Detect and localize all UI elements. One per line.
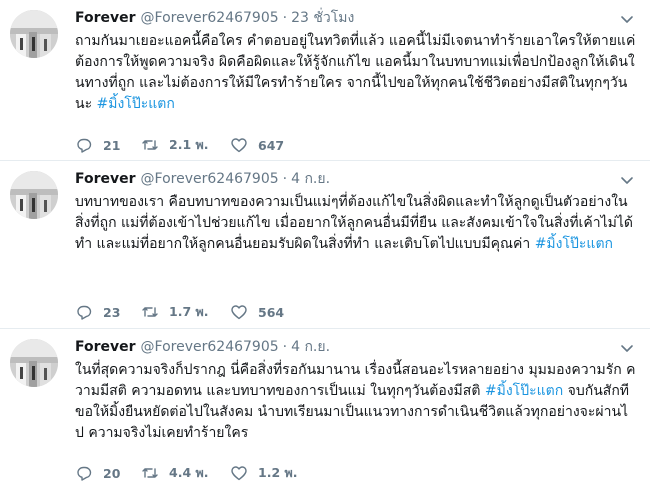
reply-icon	[77, 138, 92, 153]
hashtag-link[interactable]: #มิ้งโป๊ะแตก	[97, 96, 175, 112]
retweet-button[interactable]: 2.1 พ.	[141, 135, 230, 155]
reply-count: 20	[103, 465, 121, 481]
tweet-text: ถามกันมาเยอะแอคนี้คือใคร คำตอบอยู่ในทวิต…	[75, 31, 636, 115]
timestamp[interactable]: 4 ก.ย.	[291, 337, 330, 357]
retweet-count: 2.1 พ.	[169, 137, 209, 152]
tweet[interactable]: Forever @Forever62467905 · 4 ก.ย. บทบาทข…	[0, 161, 650, 329]
chevron-down-icon[interactable]	[618, 171, 636, 189]
retweet-button[interactable]: 4.4 พ.	[141, 463, 230, 483]
tweet-header: Forever @Forever62467905 · 4 ก.ย.	[75, 169, 636, 189]
retweet-count: 4.4 พ.	[169, 465, 209, 480]
like-button[interactable]: 647	[230, 136, 320, 154]
chevron-down-icon[interactable]	[618, 10, 636, 28]
timestamp[interactable]: 4 ก.ย.	[291, 169, 330, 189]
reply-button[interactable]: 21	[75, 136, 141, 154]
reply-icon	[77, 305, 92, 320]
retweet-button[interactable]: 1.7 พ.	[141, 302, 230, 322]
separator-dot: ·	[282, 339, 288, 355]
heart-icon	[231, 466, 247, 481]
tweet-actions: 20 4.4 พ. 1.2 พ.	[75, 463, 320, 483]
separator-dot: ·	[282, 171, 288, 187]
reply-icon	[77, 466, 92, 481]
retweet-icon	[142, 468, 158, 478]
tweet-header: Forever @Forever62467905 · 4 ก.ย.	[75, 337, 636, 357]
retweet-count: 1.7 พ.	[169, 304, 209, 319]
user-handle[interactable]: @Forever62467905	[141, 337, 279, 357]
like-button[interactable]: 564	[230, 303, 320, 321]
reply-count: 23	[103, 304, 121, 320]
display-name[interactable]: Forever	[75, 169, 136, 189]
avatar[interactable]	[10, 171, 58, 219]
avatar-image	[10, 171, 58, 219]
display-name[interactable]: Forever	[75, 8, 136, 28]
tweet[interactable]: Forever @Forever62467905 · 23 ชั่วโมง ถา…	[0, 0, 650, 161]
retweet-icon	[142, 307, 158, 317]
tweet-actions: 21 2.1 พ. 647	[75, 135, 320, 155]
reply-count: 21	[103, 137, 121, 153]
tweet-text: บทบาทของเรา คือบทบาทของความเป็นแม่ๆที่ต้…	[75, 192, 636, 255]
like-count: 647	[258, 137, 285, 153]
reply-button[interactable]: 20	[75, 464, 141, 482]
like-button[interactable]: 1.2 พ.	[230, 463, 320, 483]
tweet-actions: 23 1.7 พ. 564	[75, 302, 320, 322]
tweet-header: Forever @Forever62467905 · 23 ชั่วโมง	[75, 8, 636, 28]
avatar-image	[10, 10, 58, 58]
heart-icon	[231, 305, 247, 320]
avatar-image	[10, 339, 58, 387]
display-name[interactable]: Forever	[75, 337, 136, 357]
separator-dot: ·	[282, 10, 288, 26]
like-count: 564	[258, 304, 285, 320]
avatar[interactable]	[10, 10, 58, 58]
tweet-text: ในที่สุดความจริงก็ปรากฎ นี่คือสิ่งที่รอก…	[75, 360, 636, 444]
reply-button[interactable]: 23	[75, 303, 141, 321]
user-handle[interactable]: @Forever62467905	[141, 8, 279, 28]
tweet[interactable]: Forever @Forever62467905 · 4 ก.ย. ในที่ส…	[0, 329, 650, 490]
heart-icon	[231, 138, 247, 153]
timestamp[interactable]: 23 ชั่วโมง	[291, 8, 354, 28]
tweet-timeline: Forever @Forever62467905 · 23 ชั่วโมง ถา…	[0, 0, 650, 490]
user-handle[interactable]: @Forever62467905	[141, 169, 279, 189]
hashtag-link[interactable]: #มิ้งโป๊ะแตก	[535, 236, 613, 252]
retweet-icon	[142, 140, 158, 150]
chevron-down-icon[interactable]	[618, 339, 636, 357]
like-count: 1.2 พ.	[258, 465, 298, 480]
hashtag-link[interactable]: #มิ้งโป๊ะแตก	[485, 383, 563, 399]
avatar[interactable]	[10, 339, 58, 387]
